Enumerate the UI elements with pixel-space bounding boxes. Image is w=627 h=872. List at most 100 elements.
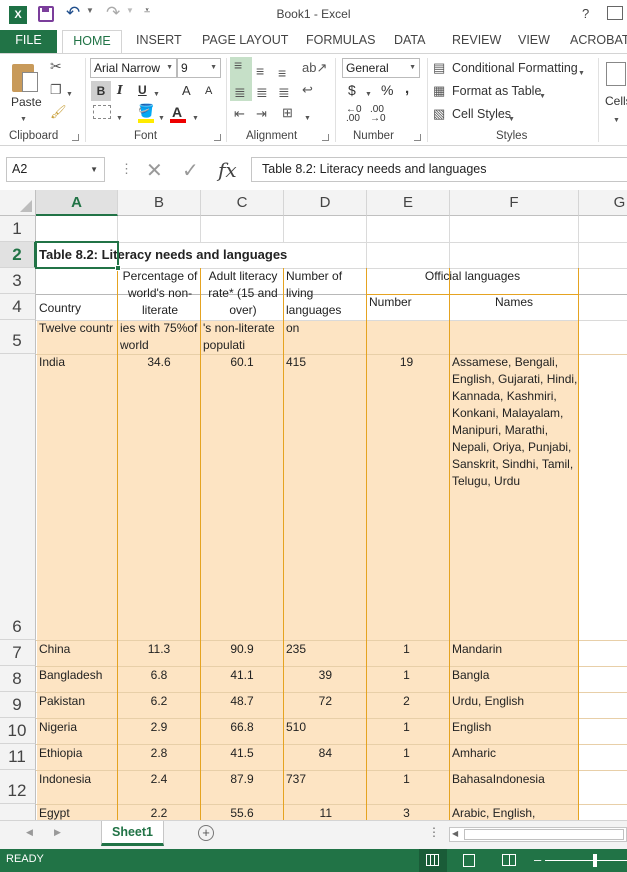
merge-dropdown-icon[interactable]: ▼ [304, 109, 311, 123]
format-as-table-dropdown-icon[interactable]: ▼ [539, 87, 546, 101]
cell-official-names[interactable]: Amharic [452, 745, 578, 762]
zoom-out-button[interactable]: – [534, 852, 541, 867]
font-name-combo[interactable]: Arial Narrow ▼ [90, 58, 177, 78]
column-header-d[interactable]: D [284, 190, 367, 216]
help-button[interactable]: ? [582, 6, 589, 21]
cell-languages[interactable]: 235 [286, 641, 364, 658]
tab-file[interactable]: FILE [0, 30, 57, 54]
underline-dropdown-icon[interactable]: ▼ [153, 85, 160, 99]
scroll-sheets-left-icon[interactable]: ◀ [26, 827, 33, 838]
cell-official-names[interactable]: Mandarin [452, 641, 578, 658]
borders-dropdown-icon[interactable]: ▼ [116, 109, 123, 123]
orientation-icon[interactable]: ab↗ [302, 60, 327, 76]
number-launcher-icon[interactable] [414, 134, 421, 141]
row5-cell-d[interactable]: on [286, 320, 366, 337]
format-painter-icon[interactable]: 🖌 [50, 104, 67, 120]
tab-data[interactable]: DATA [388, 30, 431, 54]
copy-icon[interactable]: ❐ [50, 82, 62, 98]
cell-literacy[interactable]: 66.8 [201, 719, 283, 736]
decrease-indent-icon[interactable]: ⇤ [234, 106, 245, 122]
align-right-icon[interactable]: ≣ [278, 84, 290, 101]
cell-country[interactable]: Indonesia [39, 771, 117, 788]
percent-button[interactable]: % [381, 82, 393, 98]
cells-icon[interactable] [606, 62, 626, 86]
shrink-font-button[interactable]: A [205, 85, 212, 97]
row-header-13[interactable] [0, 804, 36, 820]
top-align-icon[interactable]: ≡ [234, 58, 242, 72]
cell-official-names[interactable]: Assamese, Bengali, English, Gujarati, Hi… [452, 354, 578, 490]
cell-literacy[interactable]: 90.9 [201, 641, 283, 658]
page-layout-view-button[interactable] [463, 854, 475, 867]
currency-button[interactable]: $ [348, 82, 356, 98]
font-color-dropdown-icon[interactable]: ▼ [192, 109, 199, 123]
cell-literacy[interactable]: 55.6 [201, 805, 283, 820]
ribbon-display-options-icon[interactable] [607, 6, 623, 20]
cells-dropdown-icon[interactable]: ▼ [613, 111, 620, 125]
row-header-7[interactable]: 7 [0, 640, 36, 666]
tab-splitter-icon[interactable]: ⋮ [428, 825, 440, 839]
cell-country[interactable]: Egypt [39, 805, 117, 820]
copy-dropdown-icon[interactable]: ▼ [66, 85, 73, 99]
cell-pct[interactable]: 2.9 [118, 719, 200, 736]
column-header-b[interactable]: B [118, 190, 201, 216]
borders-icon[interactable] [93, 105, 111, 119]
cells-button[interactable]: Cells [605, 94, 627, 108]
insert-function-button[interactable]: fx [218, 158, 237, 182]
number-format-combo[interactable]: General ▼ [342, 58, 420, 78]
row-header-11[interactable]: 11 [0, 744, 36, 770]
fill-color-dropdown-icon[interactable]: ▼ [158, 109, 165, 123]
cell-official-names[interactable]: Bangla [452, 667, 578, 684]
cell-pct[interactable]: 6.2 [118, 693, 200, 710]
page-break-view-button[interactable] [502, 854, 516, 866]
row5-cell-c[interactable]: 's non-literate populati [203, 320, 283, 354]
cell-official-names[interactable]: Urdu, English [452, 693, 578, 710]
cell-pct[interactable]: 2.8 [118, 745, 200, 762]
row-header-3[interactable]: 3 [0, 268, 36, 294]
cell-languages[interactable]: 39 [286, 667, 332, 684]
row-header-8[interactable]: 8 [0, 666, 36, 692]
cell-country[interactable]: Pakistan [39, 693, 117, 710]
cell-languages[interactable]: 737 [286, 771, 364, 788]
cell-country[interactable]: India [39, 354, 117, 371]
cell-num-official[interactable]: 2 [367, 693, 446, 710]
header-adult-literacy[interactable]: Adult literacy rate* (15 and over) [202, 268, 284, 319]
column-header-g[interactable]: G [579, 190, 627, 216]
cell-official-names[interactable]: Arabic, English, [452, 805, 578, 820]
middle-align-icon[interactable]: ≡ [256, 63, 264, 79]
header-official-languages[interactable]: Official languages [367, 268, 578, 285]
cell-official-names[interactable]: English [452, 719, 578, 736]
conditional-formatting-button[interactable]: Conditional Formatting [452, 61, 578, 75]
tab-acrobat[interactable]: ACROBAT [564, 30, 627, 54]
cell-country[interactable]: Bangladesh [39, 667, 117, 684]
decrease-decimal-icon[interactable]: .00 →0 [370, 105, 386, 124]
row-header-5[interactable]: 5 [0, 320, 36, 354]
comma-button[interactable]: , [405, 80, 409, 97]
tab-home[interactable]: HOME [62, 30, 122, 54]
row-header-1[interactable]: 1 [0, 216, 36, 242]
tab-formulas[interactable]: FORMULAS [300, 30, 381, 54]
formula-bar-splitter-icon[interactable]: ⋮ [120, 161, 133, 177]
cell-num-official[interactable]: 19 [367, 354, 446, 371]
alignment-launcher-icon[interactable] [322, 134, 329, 141]
cell-num-official[interactable]: 1 [367, 771, 446, 788]
worksheet-grid[interactable]: A B C D E F G 1 2 3 4 5 6 7 8 9 10 11 12… [0, 190, 627, 820]
column-header-e[interactable]: E [367, 190, 450, 216]
row-header-12[interactable]: 12 [0, 770, 36, 804]
row5-cell-b[interactable]: ies with 75%of world [120, 320, 200, 354]
font-size-combo[interactable]: 9 ▼ [177, 58, 221, 78]
tab-review[interactable]: REVIEW [446, 30, 507, 54]
cell-languages[interactable]: 415 [286, 354, 364, 371]
cell-languages[interactable]: 72 [286, 693, 332, 710]
new-sheet-icon[interactable]: + [198, 825, 214, 841]
zoom-slider[interactable] [545, 860, 627, 861]
merge-center-icon[interactable]: ⊞ [282, 105, 293, 121]
header-country[interactable]: Country [39, 300, 117, 317]
row5-cell-a[interactable]: Twelve countr [39, 320, 117, 337]
align-left-icon[interactable]: ≣ [234, 84, 246, 101]
align-center-icon[interactable]: ≣ [256, 84, 268, 101]
cell-literacy[interactable]: 41.1 [201, 667, 283, 684]
cell-pct[interactable]: 2.2 [118, 805, 200, 820]
fill-color-icon[interactable]: 🪣 [138, 103, 154, 119]
italic-button[interactable]: I [117, 83, 123, 97]
scroll-sheets-right-icon[interactable]: ▶ [54, 827, 61, 838]
